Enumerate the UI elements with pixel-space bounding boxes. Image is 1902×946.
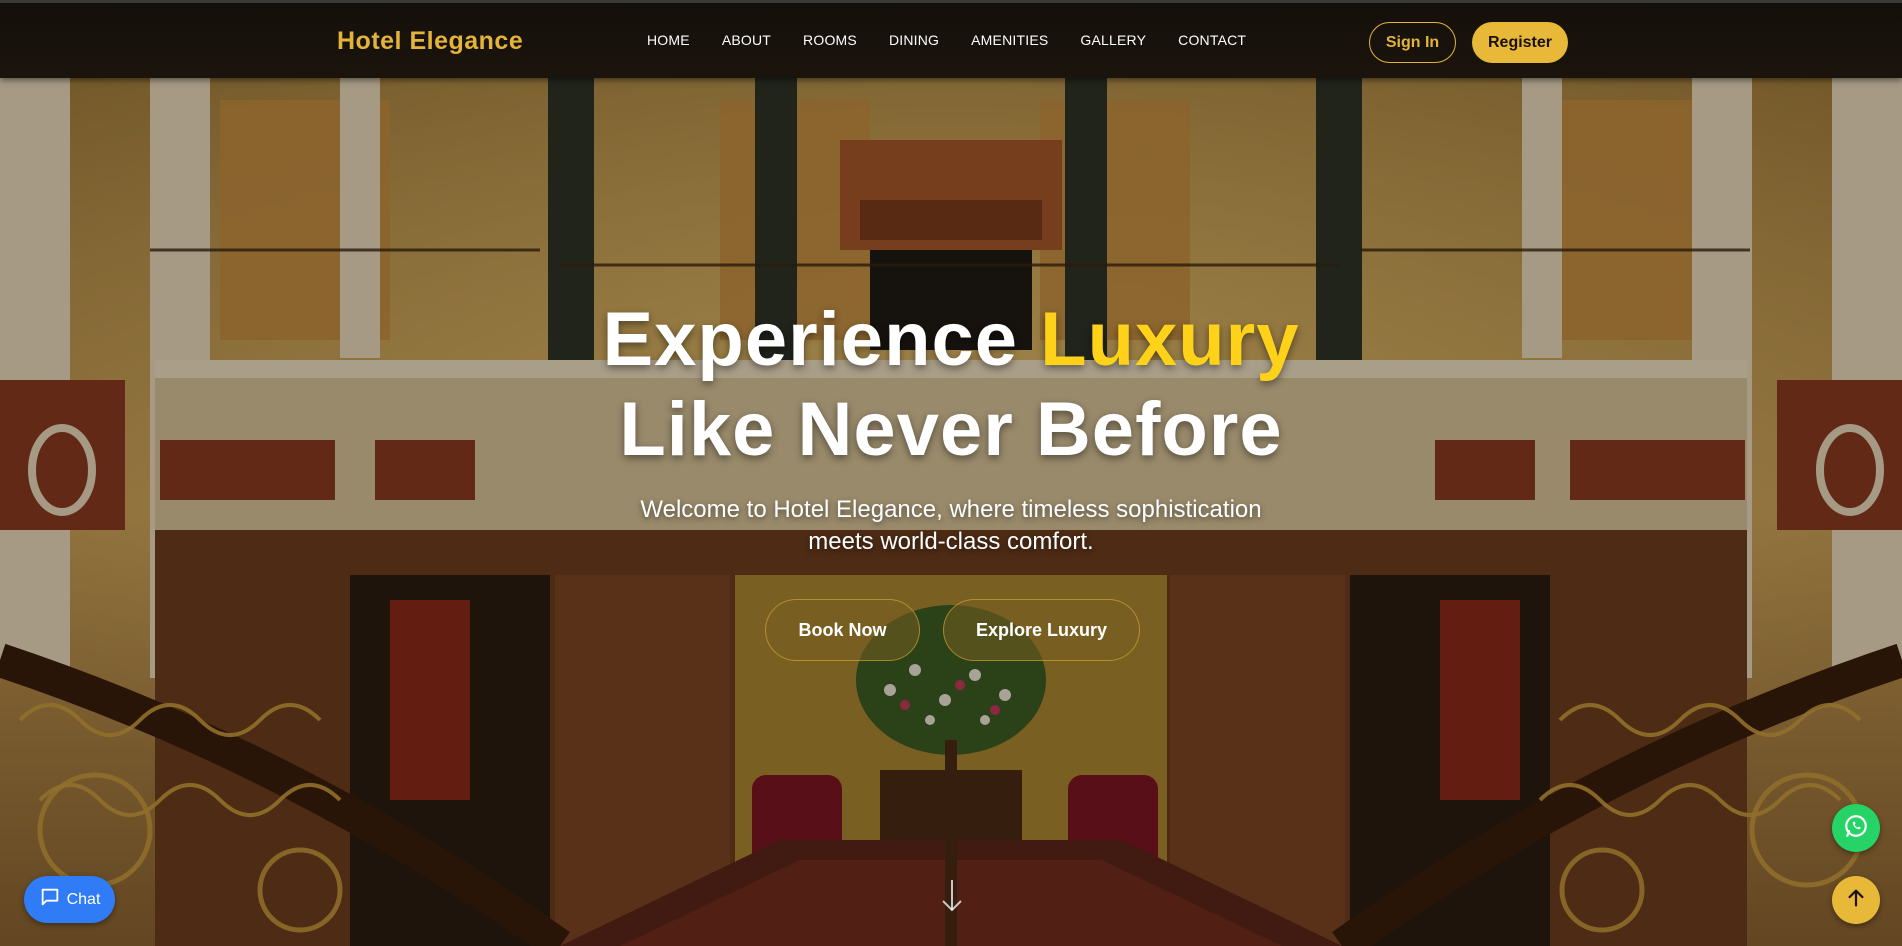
chat-label: Chat (66, 890, 101, 908)
nav-home[interactable]: HOME (647, 32, 690, 48)
nav-amenities[interactable]: AMENITIES (971, 32, 1048, 48)
register-button[interactable]: Register (1472, 22, 1568, 63)
top-navbar: Hotel Elegance HOME ABOUT ROOMS DINING A… (0, 0, 1902, 78)
chat-bubble-icon (39, 886, 61, 913)
whatsapp-button[interactable] (1832, 804, 1880, 852)
nav-gallery[interactable]: GALLERY (1080, 32, 1146, 48)
nav-contact[interactable]: CONTACT (1178, 32, 1246, 48)
explore-luxury-button[interactable]: Explore Luxury (943, 599, 1140, 661)
nav-about[interactable]: ABOUT (722, 32, 771, 48)
arrow-up-icon (1845, 887, 1867, 914)
brand-logo[interactable]: Hotel Elegance (337, 27, 523, 56)
nav-dining[interactable]: DINING (889, 32, 939, 48)
whatsapp-icon (1843, 813, 1869, 844)
headline-accent: Luxury (1040, 297, 1300, 382)
book-now-button[interactable]: Book Now (765, 599, 920, 661)
chat-button[interactable]: Chat (24, 876, 115, 923)
headline-part1: Experience (602, 297, 1041, 382)
back-to-top-button[interactable] (1832, 876, 1880, 924)
nav-rooms[interactable]: ROOMS (803, 32, 857, 48)
main-nav: HOME ABOUT ROOMS DINING AMENITIES GALLER… (647, 32, 1278, 48)
sign-in-button[interactable]: Sign In (1369, 22, 1456, 63)
hero-headline: Experience Luxury Like Never Before (0, 295, 1902, 475)
hero-subtitle: Welcome to Hotel Elegance, where timeles… (640, 496, 1262, 555)
headline-line2: Like Never Before (619, 387, 1283, 472)
arrow-down-icon[interactable] (940, 878, 964, 914)
